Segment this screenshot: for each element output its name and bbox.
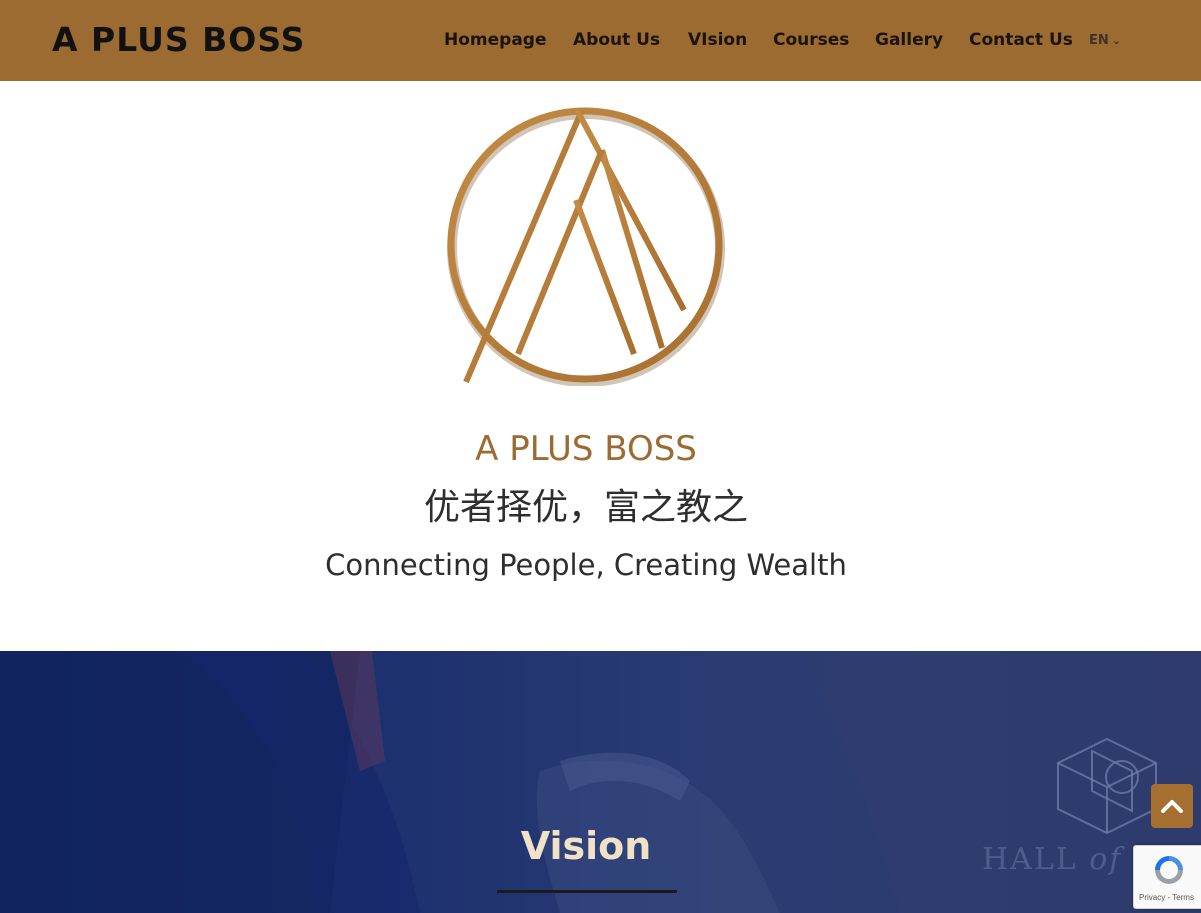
recaptcha-privacy-terms[interactable]: Privacy - Terms [1139, 893, 1201, 903]
hero-chinese-slogan: 优者择优，富之教之 [423, 487, 748, 528]
hexagon-cube-icon [1057, 737, 1157, 835]
nav-item-contact-us[interactable]: Contact Us [969, 28, 1073, 52]
language-selector[interactable]: EN ⌄ [1089, 32, 1121, 50]
vision-heading-underline [497, 890, 677, 893]
language-label: EN [1089, 33, 1109, 48]
main-nav: Homepage About Us VIsion Courses Gallery… [0, 28, 1201, 54]
nav-item-vision[interactable]: VIsion [688, 28, 747, 52]
vision-heading: Vision [520, 824, 652, 868]
recaptcha-icon [1155, 856, 1183, 884]
hero-tagline: Connecting People, Creating Wealth [325, 548, 847, 582]
chevron-up-icon [1161, 800, 1183, 813]
recaptcha-badge[interactable]: Privacy - Terms [1133, 845, 1201, 909]
site-header: A PLUS BOSS Homepage About Us VIsion Cou… [0, 0, 1201, 81]
vision-section: HALL of Vision [0, 651, 1201, 913]
a-plus-boss-logo-icon [447, 107, 725, 386]
hero-title: A PLUS BOSS [475, 429, 697, 469]
nav-item-about-us[interactable]: About Us [573, 28, 660, 52]
nav-item-courses[interactable]: Courses [773, 28, 849, 52]
nav-item-homepage[interactable]: Homepage [444, 28, 547, 52]
nav-item-gallery[interactable]: Gallery [875, 28, 943, 52]
scroll-to-top-button[interactable] [1151, 784, 1193, 828]
chevron-down-icon: ⌄ [1111, 34, 1121, 47]
